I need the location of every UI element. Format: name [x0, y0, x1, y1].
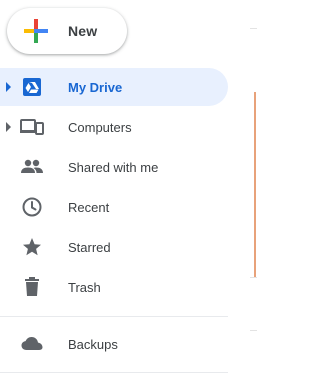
sidebar-item-label: Starred — [68, 240, 111, 255]
cloud-icon — [21, 337, 43, 350]
sidebar-item-trash[interactable]: Trash — [0, 268, 228, 306]
sidebar-item-label: Trash — [68, 280, 101, 295]
sidebar-item-shared-with-me[interactable]: Shared with me — [0, 148, 228, 186]
sidebar-item-label: Backups — [68, 337, 118, 352]
expand-arrow-icon[interactable] — [6, 82, 11, 92]
expand-arrow-icon[interactable] — [6, 122, 11, 132]
sidebar-item-backups[interactable]: Backups — [0, 325, 228, 363]
divider — [0, 316, 228, 317]
sidebar-item-starred[interactable]: Starred — [0, 228, 228, 266]
new-button-label: New — [68, 23, 98, 39]
multicolor-plus-icon — [24, 19, 48, 43]
sidebar-item-label: Computers — [68, 120, 132, 135]
clock-icon — [22, 197, 42, 217]
sidebar-item-recent[interactable]: Recent — [0, 188, 228, 226]
divider — [250, 28, 257, 29]
content-edge — [250, 0, 257, 384]
sidebar-item-my-drive[interactable]: My Drive — [0, 68, 228, 106]
new-button[interactable]: New — [7, 8, 127, 54]
computers-icon — [20, 119, 44, 135]
content-accent-bar — [254, 92, 256, 277]
divider — [0, 372, 228, 373]
people-icon — [21, 159, 43, 173]
sidebar-item-label: Recent — [68, 200, 110, 215]
divider — [250, 330, 257, 331]
sidebar-item-computers[interactable]: Computers — [0, 108, 228, 146]
sidebar: New My Drive Computers Shared with me Re… — [0, 0, 236, 384]
drive-icon — [23, 78, 41, 96]
star-icon — [23, 238, 41, 256]
trash-icon — [25, 277, 39, 296]
drive-window: New My Drive Computers Shared with me Re… — [0, 0, 257, 384]
divider — [250, 277, 257, 278]
sidebar-item-label: My Drive — [68, 80, 123, 95]
sidebar-item-label: Shared with me — [68, 160, 159, 175]
